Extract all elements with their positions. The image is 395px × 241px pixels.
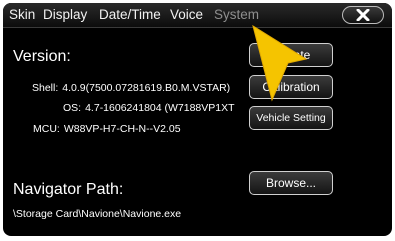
mcu-value: W88VP-H7-CH-N--V2.05: [63, 123, 181, 135]
close-icon: [356, 9, 370, 21]
os-info: OS: 4.7-1606241804 (W7188VP1XT: [63, 102, 235, 114]
shell-label: Shell:: [32, 82, 59, 94]
close-button[interactable]: [342, 6, 384, 24]
mcu-label: MCU:: [33, 123, 60, 135]
settings-panel: Skin Display Date/Time Voice System Vers…: [3, 3, 392, 236]
shell-value: 4.0.9(7500.07281619.B0.M.VSTAR): [62, 82, 231, 94]
os-value: 4.7-1606241804 (W7188VP1XT: [85, 102, 235, 114]
screen: Skin Display Date/Time Voice System Vers…: [0, 0, 395, 241]
navigator-path-heading: Navigator Path:: [13, 181, 124, 198]
mcu-info: MCU: W88VP-H7-CH-N--V2.05: [33, 123, 181, 135]
shell-info: Shell: 4.0.9(7500.07281619.B0.M.VSTAR): [32, 82, 230, 94]
os-label: OS:: [63, 102, 82, 114]
tab-system[interactable]: System: [214, 7, 259, 22]
arrow-pointer-icon: [252, 25, 308, 102]
navigator-path-value: \Storage Card\Navione\Navione.exe: [13, 208, 182, 220]
tab-voice[interactable]: Voice: [170, 7, 203, 22]
tab-date-time[interactable]: Date/Time: [99, 7, 161, 22]
menu-bar: Skin Display Date/Time Voice System: [3, 3, 392, 28]
version-heading: Version:: [13, 48, 71, 65]
tab-display[interactable]: Display: [43, 7, 87, 22]
tab-skin[interactable]: Skin: [9, 7, 35, 22]
vehicle-setting-button[interactable]: Vehicle Setting: [249, 106, 333, 130]
browse-button[interactable]: Browse...: [249, 171, 333, 195]
